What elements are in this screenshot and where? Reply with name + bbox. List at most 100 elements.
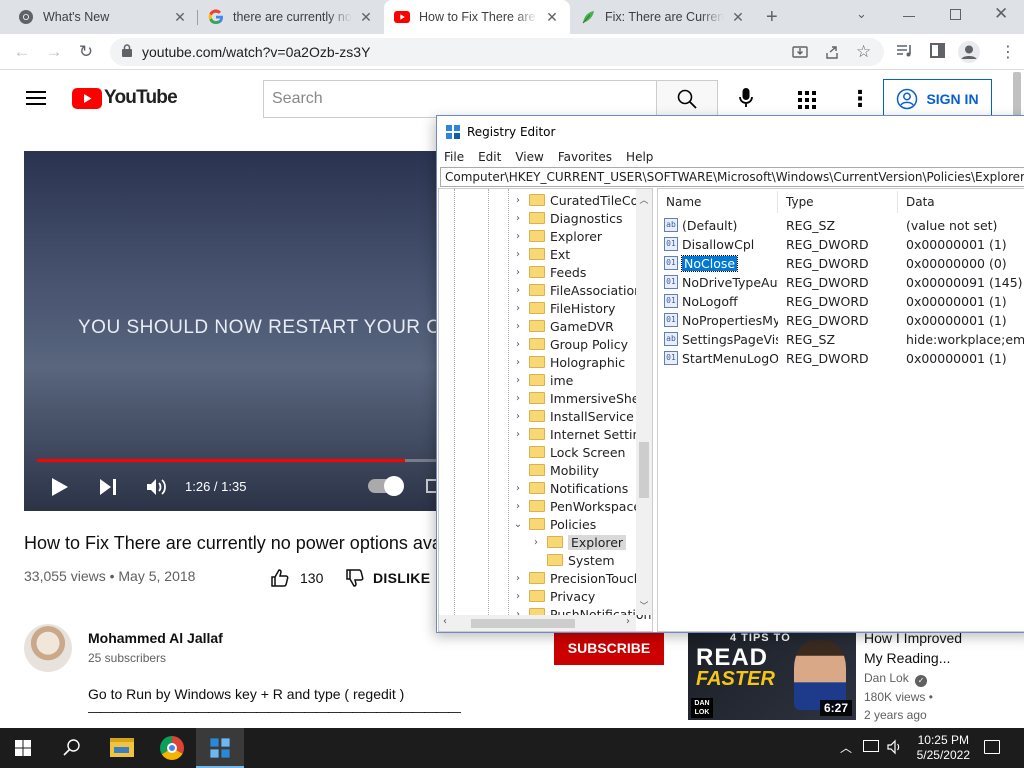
expand-chevron-icon[interactable]: › (513, 483, 523, 494)
search-input[interactable]: Search (263, 80, 656, 118)
tree-item[interactable]: › FileHistory (513, 299, 615, 317)
video-player[interactable]: YOU SHOULD NOW RESTART YOUR COM 1:26 / 1… (24, 151, 444, 511)
expand-chevron-icon[interactable]: › (513, 591, 523, 602)
registry-value-row[interactable]: 01 NoDriveTypeAut... REG_DWORD 0x00000091 (… (658, 274, 1024, 293)
menu-edit[interactable]: Edit (471, 150, 508, 164)
tree-item[interactable]: › GameDVR (513, 317, 614, 335)
expand-chevron-icon[interactable]: › (513, 429, 523, 440)
taskbar-search-icon[interactable] (63, 738, 81, 759)
registry-value-row[interactable]: ab (Default) REG_SZ (value not set) (658, 217, 1024, 236)
scroll-right-icon[interactable]: › (626, 616, 630, 627)
menu-file[interactable]: File (437, 150, 471, 164)
expand-chevron-icon[interactable]: › (513, 357, 523, 368)
tab-google-search[interactable]: there are currently no power options ✕ (198, 0, 384, 34)
column-header-data[interactable]: Data (898, 191, 1024, 213)
tab-youtube-video[interactable]: How to Fix There are currently no ✕ (384, 0, 570, 34)
expand-chevron-icon[interactable]: › (513, 339, 523, 350)
expand-chevron-icon[interactable]: › (513, 195, 523, 206)
tree-h-scrollbar-thumb[interactable] (471, 619, 575, 628)
registry-value-row[interactable]: 01 NoClose REG_DWORD 0x00000000 (0) (658, 255, 1024, 274)
tree-item[interactable]: › PenWorkspace (513, 497, 641, 515)
recommended-channel[interactable]: Dan Lok ✓ (864, 671, 928, 687)
settings-more-icon[interactable]: ⋮ (849, 86, 871, 112)
expand-chevron-icon[interactable]: › (513, 501, 523, 512)
tree-item[interactable]: › Group Policy (513, 335, 628, 353)
close-icon[interactable]: ✕ (358, 9, 374, 26)
registry-value-row[interactable]: 01 DisallowCpl REG_DWORD 0x00000001 (1) (658, 236, 1024, 255)
tree-scrollbar-thumb[interactable] (639, 442, 649, 498)
bookmark-star-icon[interactable]: ☆ (856, 42, 871, 62)
tree-item[interactable]: › Privacy (513, 587, 595, 605)
sign-in-button[interactable]: SIGN IN (883, 79, 992, 119)
tree-item[interactable]: › Ext (513, 245, 570, 263)
expand-chevron-icon[interactable]: › (513, 321, 523, 332)
expand-chevron-icon[interactable]: › (531, 537, 541, 548)
side-panel-icon[interactable] (930, 43, 945, 58)
close-icon[interactable]: ✕ (730, 9, 746, 26)
column-header-name[interactable]: Name (658, 191, 778, 213)
address-bar[interactable]: youtube.com/watch?v=0a2Ozb-zs3Y ☆ (110, 38, 884, 66)
windows-start-icon[interactable] (15, 740, 31, 759)
forward-arrow-icon[interactable]: → (44, 42, 64, 62)
expand-chevron-icon[interactable]: › (513, 267, 523, 278)
regedit-taskbar-button[interactable] (196, 728, 244, 768)
tab-whats-new[interactable]: What's New ✕ (8, 0, 198, 34)
expand-chevron-icon[interactable]: › (513, 213, 523, 224)
tree-item[interactable]: › Feeds (513, 263, 586, 281)
volume-icon[interactable] (146, 477, 168, 500)
media-control-icon[interactable] (896, 43, 914, 62)
network-icon[interactable] (863, 740, 879, 752)
chrome-taskbar-icon[interactable] (160, 736, 184, 760)
tree-item[interactable]: › FileAssociations (513, 281, 649, 299)
tree-item[interactable]: Lock Screen (513, 443, 625, 461)
back-arrow-icon[interactable]: ← (12, 42, 32, 62)
voice-search-microphone-icon[interactable] (738, 87, 754, 112)
recommended-thumbnail[interactable]: 4 TIPS TO READ FASTER DAN LOK 6:27 (688, 630, 856, 720)
tree-horizontal-scrollbar[interactable]: ‹ › (439, 615, 636, 631)
tray-chevron-up-icon[interactable]: ︿ (840, 739, 852, 756)
registry-value-row[interactable]: 01 NoLogoff REG_DWORD 0x00000001 (1) (658, 293, 1024, 312)
profile-avatar-icon[interactable] (958, 41, 980, 63)
registry-value-row[interactable]: ab SettingsPageVisi... REG_SZ hide:workplac… (658, 331, 1024, 350)
registry-editor-titlebar[interactable]: Registry Editor (437, 116, 1024, 147)
autoplay-toggle[interactable] (368, 476, 404, 496)
next-video-icon[interactable] (99, 478, 117, 499)
install-icon[interactable] (792, 44, 808, 63)
registry-value-row[interactable]: 01 StartMenuLogOff REG_DWORD 0x00000001 (1) (658, 350, 1024, 369)
volume-tray-icon[interactable] (887, 739, 903, 758)
menu-help[interactable]: Help (619, 150, 660, 164)
file-explorer-icon[interactable] (110, 738, 134, 757)
column-header-type[interactable]: Type (778, 191, 898, 213)
tree-item[interactable]: › Explorer (513, 227, 602, 245)
tree-item[interactable]: › Explorer (531, 533, 627, 551)
tree-item[interactable]: System (531, 551, 615, 569)
search-button[interactable] (656, 80, 718, 118)
tree-item[interactable]: › Internet Settings (513, 425, 652, 443)
tree-item[interactable]: › ime (513, 371, 573, 389)
taskbar-clock[interactable]: 10:25 PM 5/25/2022 (917, 733, 970, 763)
youtube-logo[interactable]: YouTube (72, 87, 178, 109)
restore-icon[interactable] (950, 9, 961, 20)
expand-chevron-icon[interactable]: › (513, 573, 523, 584)
close-icon[interactable]: ✕ (544, 9, 560, 26)
tree-item[interactable]: › Notifications (513, 479, 628, 497)
tab-search-icon[interactable]: ⌄ (856, 6, 867, 22)
expand-chevron-icon[interactable]: › (513, 411, 523, 422)
tab-fix-article[interactable]: Fix: There are Currently No Power ✕ (570, 0, 756, 34)
close-icon[interactable]: ✕ (172, 9, 188, 26)
new-tab-icon[interactable]: + (766, 6, 778, 29)
tree-vertical-scrollbar[interactable]: ︿ ﹀ (636, 189, 652, 615)
chrome-menu-icon[interactable]: ⋮ (1000, 42, 1016, 62)
play-icon[interactable] (51, 477, 69, 500)
channel-avatar[interactable] (24, 624, 72, 672)
apps-grid-icon[interactable] (798, 91, 816, 112)
lock-icon[interactable] (122, 44, 132, 60)
recommended-title[interactable]: How I Improved My Reading... (864, 628, 962, 668)
tree-item[interactable]: › PrecisionTouchP (513, 569, 649, 587)
expand-chevron-icon[interactable]: › (513, 375, 523, 386)
expanded-chevron-icon[interactable]: ⌄ (513, 519, 523, 530)
tree-item[interactable]: › InstallService (513, 407, 634, 425)
registry-values-list[interactable]: Name Type Data ab (Default) REG_SZ (value n… (657, 188, 1024, 632)
window-close-icon[interactable]: ✕ (994, 4, 1008, 24)
scroll-up-icon[interactable]: ︿ (636, 193, 652, 206)
